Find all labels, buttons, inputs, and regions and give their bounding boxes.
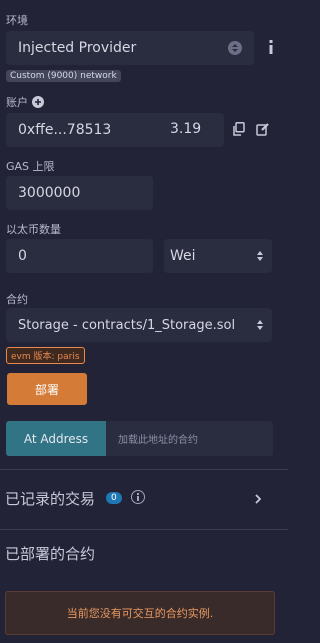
contract-select-value: Storage - contracts/1_Storage.sol	[18, 317, 236, 333]
value-unit-select[interactable]: Wei	[164, 239, 272, 273]
environment-select-value: Injected Provider	[18, 40, 137, 56]
select-arrows-icon	[256, 319, 264, 335]
contract-label: 合约	[6, 293, 28, 306]
deploy-button[interactable]: 部署	[7, 373, 87, 405]
select-arrows-icon	[228, 41, 242, 55]
value-input[interactable]: 0	[6, 239, 153, 273]
environment-select[interactable]: Injected Provider	[6, 31, 254, 65]
account-label: 账户	[6, 96, 28, 109]
edit-icon[interactable]	[255, 121, 271, 137]
plus-circle-icon[interactable]	[32, 96, 44, 108]
value-unit: Wei	[170, 248, 196, 264]
account-balance: 3.19	[170, 121, 202, 137]
chevron-right-icon	[255, 493, 262, 507]
transactions-recorded-row[interactable]: 已记录的交易 0	[0, 480, 288, 520]
info-circle-icon[interactable]	[131, 490, 145, 504]
gas-limit-label: GAS 上限	[6, 160, 55, 173]
divider	[0, 529, 288, 530]
divider	[0, 469, 288, 470]
account-address: 0xffe...78513	[18, 122, 112, 138]
at-address-button[interactable]: At Address	[6, 421, 106, 456]
deployed-contracts-title: 已部署的合约	[5, 545, 96, 563]
account-label-row: 账户	[6, 94, 44, 110]
no-contracts-message: 当前您没有可交互的合约实例.	[66, 607, 214, 620]
copy-icon[interactable]	[232, 121, 246, 137]
gas-limit-value: 3000000	[18, 185, 81, 201]
transactions-count-badge: 0	[106, 492, 122, 504]
value-label: 以太币数量	[6, 223, 61, 236]
no-contracts-alert: 当前您没有可交互的合约实例.	[5, 591, 275, 635]
network-badge: Custom (9000) network	[6, 70, 121, 82]
at-address-input[interactable]: 加载此地址的合约	[106, 421, 273, 456]
evm-version-badge: evm 版本: paris	[6, 347, 85, 364]
account-select[interactable]: 0xffe...78513 3.19	[6, 113, 224, 147]
contract-select[interactable]: Storage - contracts/1_Storage.sol	[6, 308, 272, 342]
transactions-recorded-title: 已记录的交易	[5, 490, 96, 508]
environment-label: 环境	[6, 14, 28, 27]
at-address-placeholder: 加载此地址的合约	[118, 435, 198, 446]
value-amount: 0	[18, 248, 27, 264]
info-icon[interactable]	[264, 38, 278, 56]
select-arrows-icon	[256, 250, 264, 266]
gas-limit-input[interactable]: 3000000	[6, 176, 153, 210]
